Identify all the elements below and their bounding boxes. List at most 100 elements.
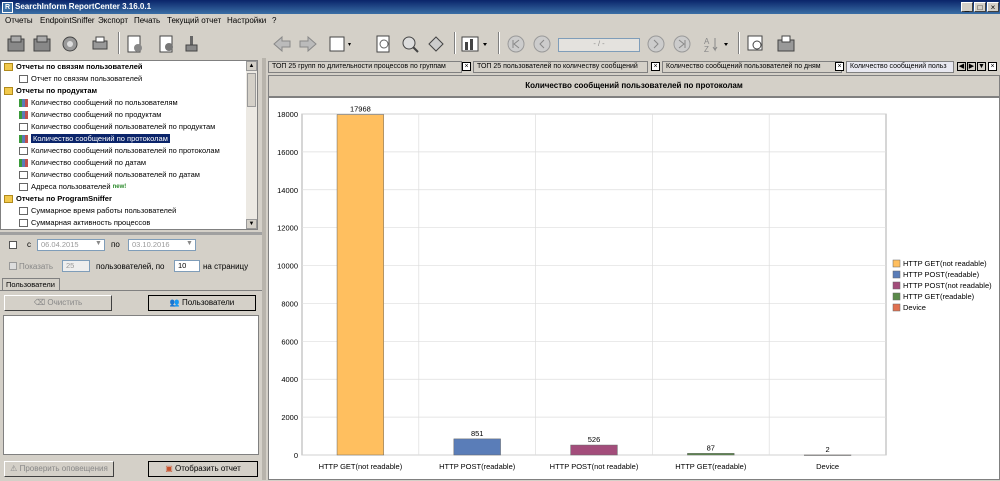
next-page-icon[interactable] bbox=[646, 34, 666, 54]
tree-item-user-msgs-by-product[interactable]: Количество сообщений пользователей по пр… bbox=[19, 121, 215, 133]
tabs-scroll-right-icon[interactable]: ▶ bbox=[967, 62, 976, 71]
doc-icon bbox=[19, 147, 28, 156]
menu-help[interactable]: ? bbox=[272, 16, 276, 25]
menu-settings[interactable]: Настройки bbox=[227, 16, 266, 25]
tree-item-user-addresses[interactable]: Адреса пользователей new! bbox=[19, 181, 126, 193]
bar-value-label: 851 bbox=[471, 429, 484, 438]
page-number-field[interactable]: - / - bbox=[558, 38, 640, 52]
close-tab-2-icon[interactable]: × bbox=[651, 62, 660, 71]
legend-swatch bbox=[892, 281, 901, 290]
per-page-field[interactable]: 10 bbox=[174, 260, 200, 272]
minimize-icon[interactable]: _ bbox=[961, 2, 973, 12]
maximize-icon[interactable]: □ bbox=[974, 2, 986, 12]
menu-print[interactable]: Печать bbox=[134, 16, 160, 25]
tab-report-4[interactable]: Количество сообщений польз bbox=[846, 61, 954, 73]
last-page-icon[interactable] bbox=[672, 34, 692, 54]
folder-icon bbox=[4, 63, 13, 72]
settings-gear-icon[interactable] bbox=[60, 34, 80, 54]
new-report-icon[interactable] bbox=[124, 34, 144, 54]
chart-title: Количество сообщений пользователей по пр… bbox=[268, 75, 1000, 97]
scroll-up-icon[interactable]: ▲ bbox=[246, 61, 257, 71]
close-active-tab-icon[interactable]: × bbox=[988, 62, 997, 71]
users-per-label: пользователей, по bbox=[96, 262, 165, 271]
plot-area bbox=[301, 113, 887, 456]
app-icon: R bbox=[2, 2, 13, 13]
scroll-down-icon[interactable]: ▼ bbox=[246, 219, 257, 229]
tree-item-msgs-by-protocol[interactable]: Количество сообщений по протоколам bbox=[19, 133, 170, 145]
page-setup-icon[interactable] bbox=[426, 34, 446, 54]
scroll-thumb[interactable] bbox=[247, 73, 256, 107]
legend-swatch bbox=[892, 303, 901, 312]
tabs-list-icon[interactable]: ▼ bbox=[977, 62, 986, 71]
splitter[interactable] bbox=[0, 232, 262, 235]
tree-group-programsniffer[interactable]: Отчеты по ProgramSniffer bbox=[4, 193, 112, 205]
legend-label: HTTP GET(readable) bbox=[903, 292, 975, 301]
tree-item-msgs-by-user[interactable]: Количество сообщений по пользователям bbox=[19, 97, 178, 109]
date-filter-checkbox[interactable] bbox=[9, 241, 17, 249]
bar-value-label: 526 bbox=[588, 435, 601, 444]
preview-icon[interactable] bbox=[374, 34, 394, 54]
toolbar-separator-3 bbox=[498, 32, 500, 54]
bar-value-label: 87 bbox=[707, 443, 715, 452]
tree-group-links[interactable]: Отчеты по связям пользователей bbox=[4, 61, 142, 73]
tree-item-links-report[interactable]: Отчет по связям пользователей bbox=[19, 73, 142, 85]
vertical-splitter[interactable] bbox=[262, 58, 266, 480]
prev-page-icon[interactable] bbox=[532, 34, 552, 54]
show-report-button[interactable]: ▣ Отобразить отчет bbox=[148, 461, 258, 477]
tab-report-1[interactable]: ТОП 25 групп по длительности процессов п… bbox=[268, 61, 462, 73]
find-icon[interactable] bbox=[746, 34, 766, 54]
first-page-icon[interactable] bbox=[506, 34, 526, 54]
close-tab-1-icon[interactable]: × bbox=[462, 62, 471, 71]
tree-item-total-work-time[interactable]: Суммарное время работы пользователей bbox=[19, 205, 176, 217]
users-list[interactable] bbox=[3, 315, 259, 455]
x-tick-label: HTTP POST(not readable) bbox=[550, 462, 639, 471]
export-icon[interactable] bbox=[328, 34, 352, 54]
toolbar-separator bbox=[118, 32, 120, 54]
x-tick-label: HTTP POST(readable) bbox=[439, 462, 516, 471]
x-tick-label: HTTP GET(readable) bbox=[675, 462, 747, 471]
back-arrow-icon[interactable] bbox=[272, 34, 292, 54]
chart-icon bbox=[19, 135, 28, 144]
tab-report-2[interactable]: ТОП 25 пользователей по количеству сообщ… bbox=[473, 61, 648, 73]
report-tool2-icon[interactable] bbox=[32, 34, 52, 54]
forward-arrow-icon[interactable] bbox=[298, 34, 318, 54]
show-top-checkbox[interactable] bbox=[9, 262, 17, 270]
check-alerts-button[interactable]: ⚠ Проверить оповещения bbox=[4, 461, 114, 477]
show-count-field[interactable]: 25 bbox=[62, 260, 90, 272]
from-date-dropdown-icon[interactable]: ▼ bbox=[95, 240, 104, 250]
print-icon[interactable] bbox=[90, 34, 110, 54]
report-tool-icon[interactable] bbox=[6, 34, 26, 54]
y-tick-label: 12000 bbox=[277, 224, 298, 233]
doc-icon bbox=[19, 171, 28, 180]
tree-item-process-activity[interactable]: Суммарная активность процессов bbox=[19, 217, 150, 229]
snapshot-icon[interactable] bbox=[776, 34, 796, 54]
chart-type-icon[interactable] bbox=[460, 34, 490, 54]
to-date-dropdown-icon[interactable]: ▼ bbox=[186, 240, 195, 250]
to-label: по bbox=[111, 240, 120, 249]
tree-item-msgs-by-product[interactable]: Количество сообщений по продуктам bbox=[19, 109, 161, 121]
clean-icon[interactable] bbox=[182, 34, 202, 54]
folder-icon bbox=[4, 195, 13, 204]
menu-current-report[interactable]: Текущий отчет bbox=[167, 16, 221, 25]
users-button[interactable]: 👥 Пользователи bbox=[148, 295, 256, 311]
tree-item-user-msgs-by-protocol[interactable]: Количество сообщений пользователей по пр… bbox=[19, 145, 220, 157]
y-tick-label: 0 bbox=[294, 451, 298, 460]
y-tick-label: 6000 bbox=[281, 337, 298, 346]
tree-item-user-msgs-by-date[interactable]: Количество сообщений пользователей по да… bbox=[19, 169, 200, 181]
tabs-scroll-left-icon[interactable]: ◀ bbox=[957, 62, 966, 71]
toolbar-separator-4 bbox=[738, 32, 740, 54]
close-icon[interactable]: × bbox=[987, 2, 999, 12]
show-label: Показать bbox=[19, 262, 54, 271]
menu-reports[interactable]: Отчеты bbox=[5, 16, 33, 25]
tree-scrollbar[interactable]: ▲ ▼ bbox=[246, 61, 257, 229]
close-tab-3-icon[interactable]: × bbox=[835, 62, 844, 71]
menu-endpointsniffer[interactable]: EndpointSniffer bbox=[40, 16, 95, 25]
report-settings-icon[interactable] bbox=[156, 34, 176, 54]
sort-az-icon[interactable]: AZ bbox=[702, 34, 732, 54]
tree-item-msgs-by-date[interactable]: Количество сообщений по датам bbox=[19, 157, 146, 169]
tree-group-products[interactable]: Отчеты по продуктам bbox=[4, 85, 97, 97]
clear-button[interactable]: ⌫ Очистить bbox=[4, 295, 112, 311]
tab-report-3[interactable]: Количество сообщений пользователей по дн… bbox=[662, 61, 842, 73]
zoom-icon[interactable] bbox=[400, 34, 420, 54]
menu-export[interactable]: Экспорт bbox=[98, 16, 128, 25]
